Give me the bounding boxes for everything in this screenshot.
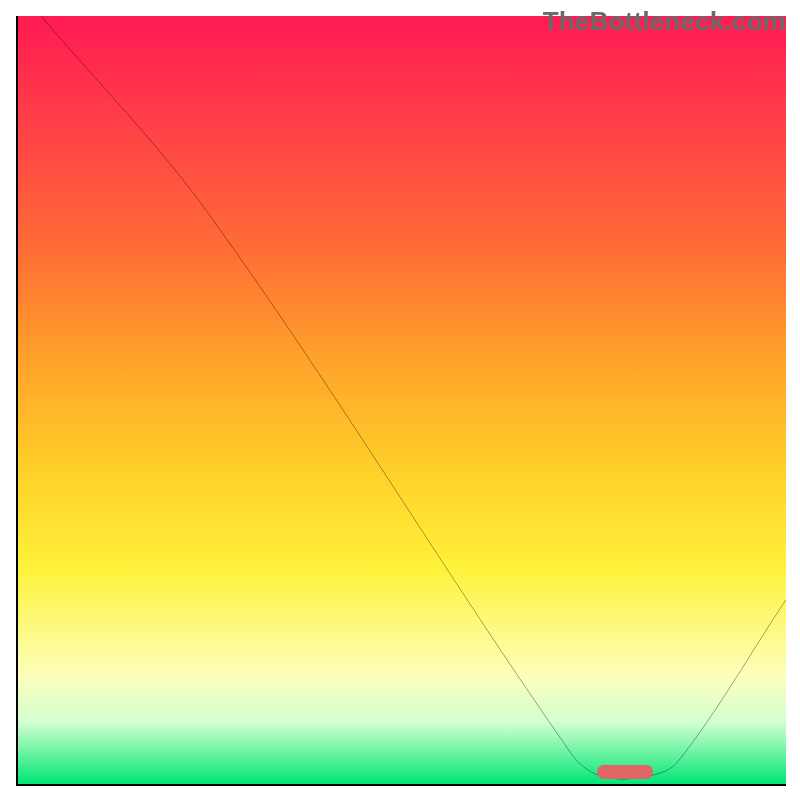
chart-container: TheBottleneck.com xyxy=(0,0,800,800)
plot-area xyxy=(16,16,786,786)
optimal-marker xyxy=(597,765,653,779)
background-gradient xyxy=(18,16,786,784)
